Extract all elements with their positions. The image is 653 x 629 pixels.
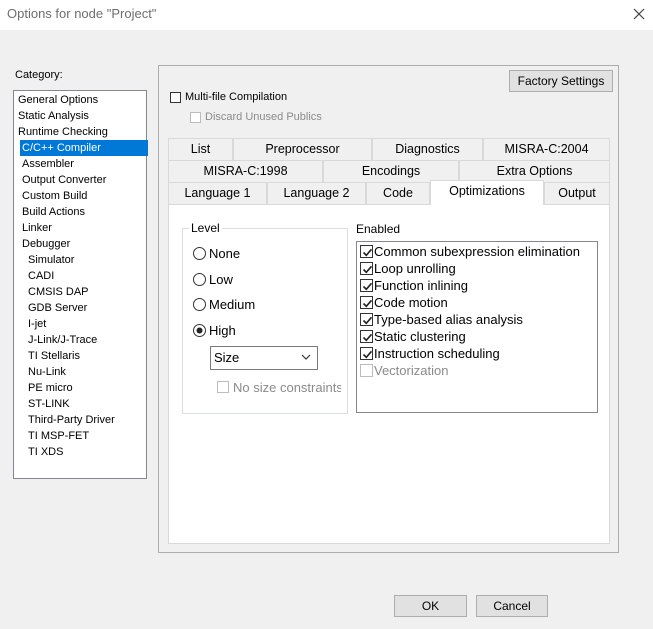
opt-cse-checkbox[interactable] [360, 245, 373, 258]
radio-medium-label: Medium [209, 297, 256, 312]
category-item[interactable]: TI XDS [26, 444, 65, 460]
factory-settings-button[interactable]: Factory Settings [509, 70, 613, 92]
category-item[interactable]: CADI [26, 268, 56, 284]
opt-instruction-scheduling-label: Instruction scheduling [374, 346, 500, 361]
level-group-title: Level [189, 221, 222, 235]
opt-static-clustering-label: Static clustering [374, 329, 466, 344]
category-item[interactable]: Third-Party Driver [26, 412, 117, 428]
category-item[interactable]: TI MSP-FET [26, 428, 91, 444]
category-item[interactable]: Nu-Link [26, 364, 68, 380]
close-icon [633, 8, 645, 20]
tab-misra-c-2004[interactable]: MISRA-C:2004 [483, 138, 610, 160]
category-item[interactable]: Build Actions [20, 204, 87, 220]
close-button[interactable] [628, 3, 650, 25]
tab-code[interactable]: Code [366, 182, 430, 205]
discard-unused-publics-checkbox[interactable] [190, 112, 201, 123]
opt-code-motion-checkbox[interactable] [360, 296, 373, 309]
opt-static-clustering-checkbox[interactable] [360, 330, 373, 343]
radio-low[interactable] [193, 273, 206, 286]
opt-vectorization-label: Vectorization [374, 363, 449, 378]
tab-language-2[interactable]: Language 2 [267, 182, 366, 205]
category-item[interactable]: General Options [16, 92, 100, 108]
opt-loop-unrolling-checkbox[interactable] [360, 262, 373, 275]
tab-output[interactable]: Output [544, 182, 610, 205]
opt-loop-unrolling-label: Loop unrolling [374, 261, 456, 276]
cancel-button[interactable]: Cancel [476, 595, 548, 617]
opt-cse-label: Common subexpression elimination [374, 244, 580, 259]
opt-type-based-alias-checkbox[interactable] [360, 313, 373, 326]
opt-function-inlining-label: Function inlining [374, 278, 468, 293]
category-item[interactable]: CMSIS DAP [26, 284, 91, 300]
radio-high-label: High [209, 323, 236, 338]
category-item[interactable]: Static Analysis [16, 108, 91, 124]
category-item[interactable]: GDB Server [26, 300, 89, 316]
tab-extra-options[interactable]: Extra Options [459, 160, 610, 182]
ok-button[interactable]: OK [394, 595, 467, 617]
category-item[interactable]: Simulator [26, 252, 76, 268]
tab-language-1[interactable]: Language 1 [168, 182, 267, 205]
category-item[interactable]: TI Stellaris [26, 348, 82, 364]
opt-instruction-scheduling-checkbox[interactable] [360, 347, 373, 360]
radio-medium[interactable] [193, 298, 206, 311]
category-item[interactable]: Assembler [20, 156, 76, 172]
category-list[interactable]: General Options Static Analysis Runtime Ch… [13, 90, 148, 479]
multifile-label: Multi-file Compilation [185, 91, 288, 103]
checkmark-icon [362, 350, 373, 359]
opt-code-motion-label: Code motion [374, 295, 448, 310]
multifile-checkbox[interactable] [170, 92, 181, 103]
radio-none-label: None [209, 246, 241, 261]
category-item[interactable]: Linker [20, 220, 54, 236]
tab-optimizations[interactable]: Optimizations [430, 180, 544, 205]
tab-preprocessor[interactable]: Preprocessor [233, 138, 372, 160]
category-item[interactable]: Debugger [20, 236, 72, 252]
size-select-value: Size [214, 350, 240, 365]
checkmark-icon [362, 333, 373, 342]
no-size-constraints-label: No size constraints [233, 380, 341, 395]
category-item[interactable]: ST-LINK [26, 396, 72, 412]
category-item[interactable]: PE micro [26, 380, 75, 396]
opt-vectorization-checkbox[interactable] [360, 364, 373, 377]
radio-none[interactable] [193, 247, 206, 260]
checkmark-icon [362, 248, 373, 257]
tab-misra-c-1998[interactable]: MISRA-C:1998 [168, 160, 323, 182]
enabled-title: Enabled [356, 222, 401, 236]
checkmark-icon [362, 316, 373, 325]
tab-diagnostics[interactable]: Diagnostics [372, 138, 483, 160]
opt-function-inlining-checkbox[interactable] [360, 279, 373, 292]
radio-low-label: Low [209, 272, 233, 287]
tab-list[interactable]: List [168, 138, 233, 160]
category-item[interactable]: Output Converter [20, 172, 108, 188]
tab-encodings[interactable]: Encodings [323, 160, 459, 182]
radio-high[interactable] [193, 324, 206, 337]
category-item[interactable]: I-jet [26, 316, 48, 332]
opt-type-based-alias-label: Type-based alias analysis [374, 312, 523, 327]
no-size-constraints-checkbox[interactable] [217, 381, 229, 393]
category-item[interactable]: J-Link/J-Trace [26, 332, 99, 348]
checkmark-icon [362, 282, 373, 291]
category-label: Category: [15, 69, 63, 81]
category-item[interactable]: Runtime Checking [16, 124, 110, 140]
chevron-down-icon [300, 351, 312, 366]
window-title: Options for node "Project" [7, 6, 157, 21]
discard-unused-publics-label: Discard Unused Publics [205, 111, 322, 123]
category-item[interactable]: Custom Build [20, 188, 89, 204]
category-item[interactable]: C/C++ Compiler [20, 140, 148, 156]
checkmark-icon [362, 265, 373, 274]
checkmark-icon [362, 299, 373, 308]
